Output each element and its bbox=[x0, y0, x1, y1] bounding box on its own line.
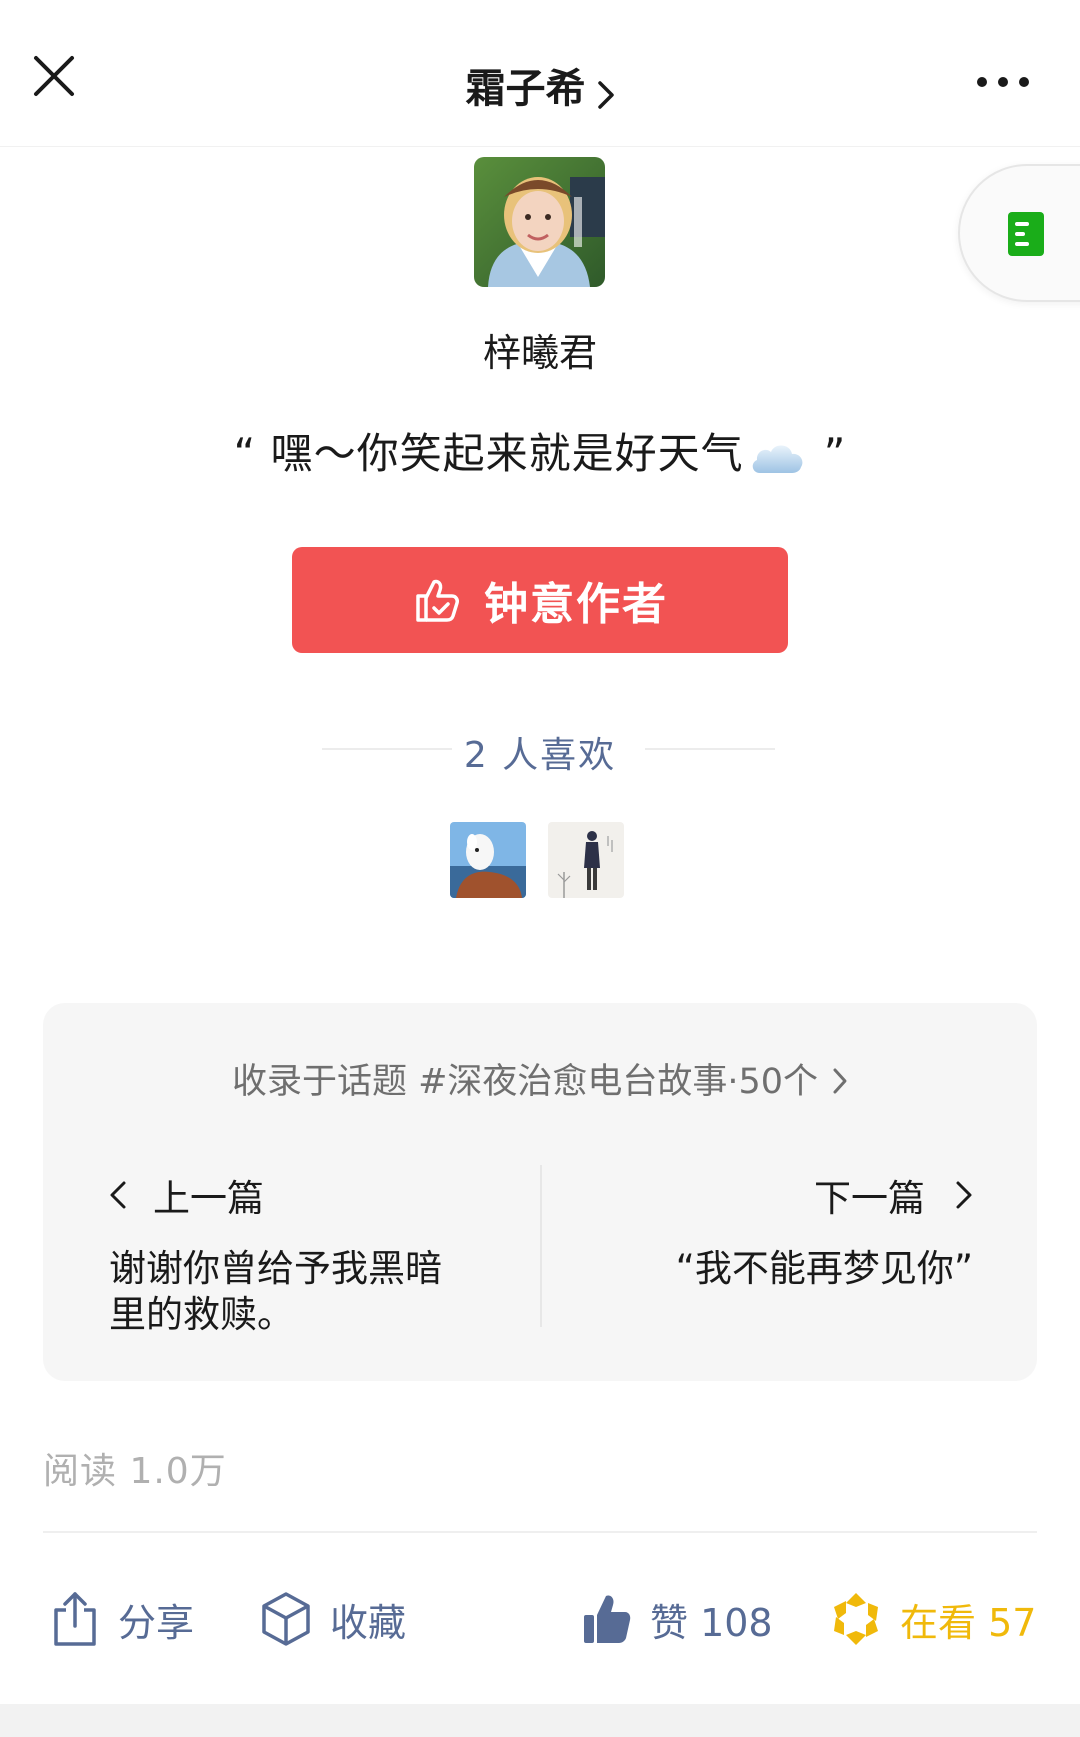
account-title-link[interactable]: 霜子希 bbox=[0, 56, 1080, 114]
chevron-left-icon bbox=[110, 1181, 126, 1209]
box-icon bbox=[262, 1592, 310, 1646]
thumbs-up-icon bbox=[584, 1595, 631, 1643]
liker-avatar[interactable] bbox=[548, 822, 624, 898]
like-author-label: 钟意作者 bbox=[484, 579, 668, 630]
next-article-link[interactable]: 下一篇 “我不能再梦见你” bbox=[573, 1168, 973, 1292]
chevron-right-icon bbox=[597, 80, 614, 109]
more-dots-icon[interactable] bbox=[976, 72, 1030, 92]
author-avatar[interactable] bbox=[474, 157, 605, 287]
author-quote: “ 嘿～你笑起来就是好天气 ” bbox=[0, 420, 1080, 481]
favorite-button[interactable]: 收藏 bbox=[260, 1584, 406, 1654]
divider bbox=[43, 1531, 1037, 1533]
thumbs-up-check-icon bbox=[416, 579, 459, 622]
chevron-right-icon bbox=[833, 1068, 847, 1094]
likers-summary: 2 人喜欢 bbox=[0, 724, 1080, 776]
chevron-right-icon bbox=[956, 1181, 972, 1209]
next-label: 下一篇 bbox=[814, 1177, 925, 1220]
divider-right bbox=[645, 748, 775, 750]
quote-close: ” bbox=[823, 429, 847, 478]
top-bar: 霜子希 bbox=[0, 0, 1080, 147]
watching-button[interactable]: 在看 57 bbox=[830, 1584, 1036, 1654]
like-button[interactable]: 赞 108 bbox=[582, 1584, 773, 1654]
liker-avatar[interactable] bbox=[450, 822, 526, 898]
next-article-title: “我不能再梦见你” bbox=[675, 1247, 973, 1290]
account-name: 霜子希 bbox=[465, 66, 586, 112]
likers-count: 2 人喜欢 bbox=[463, 735, 617, 776]
previous-article-link[interactable]: 上一篇 谢谢你曾给予我黑暗里的救赎。 bbox=[109, 1168, 509, 1338]
document-icon bbox=[1008, 212, 1044, 256]
share-button[interactable]: 分享 bbox=[50, 1584, 194, 1654]
watching-count: 在看 57 bbox=[900, 1600, 1037, 1645]
previous-label: 上一篇 bbox=[153, 1177, 264, 1220]
quote-text: “ 嘿～你笑起来就是好天气 bbox=[233, 429, 744, 478]
cloud-icon bbox=[752, 444, 803, 473]
topic-card: 收录于话题 #深夜治愈电台故事·50个 上一篇 谢谢你曾给予我黑暗里的救赎。 下… bbox=[43, 1003, 1037, 1381]
previous-article-title: 谢谢你曾给予我黑暗里的救赎。 bbox=[109, 1247, 442, 1336]
like-count: 赞 108 bbox=[650, 1600, 773, 1645]
nav-divider bbox=[540, 1165, 542, 1327]
favorite-label: 收藏 bbox=[330, 1600, 407, 1645]
watching-flower-icon bbox=[834, 1593, 878, 1645]
floating-document-tab[interactable] bbox=[958, 164, 1080, 302]
topic-text: 收录于话题 #深夜治愈电台故事·50个 bbox=[231, 1062, 819, 1102]
author-name[interactable]: 梓曦君 bbox=[0, 322, 1080, 377]
topic-collection-link[interactable]: 收录于话题 #深夜治愈电台故事·50个 bbox=[43, 1053, 1037, 1104]
like-author-button[interactable]: 钟意作者 bbox=[292, 547, 788, 653]
bottom-strip bbox=[0, 1704, 1080, 1737]
share-label: 分享 bbox=[118, 1600, 195, 1645]
read-count: 阅读 1.0万 bbox=[43, 1451, 227, 1492]
share-icon bbox=[54, 1592, 96, 1646]
